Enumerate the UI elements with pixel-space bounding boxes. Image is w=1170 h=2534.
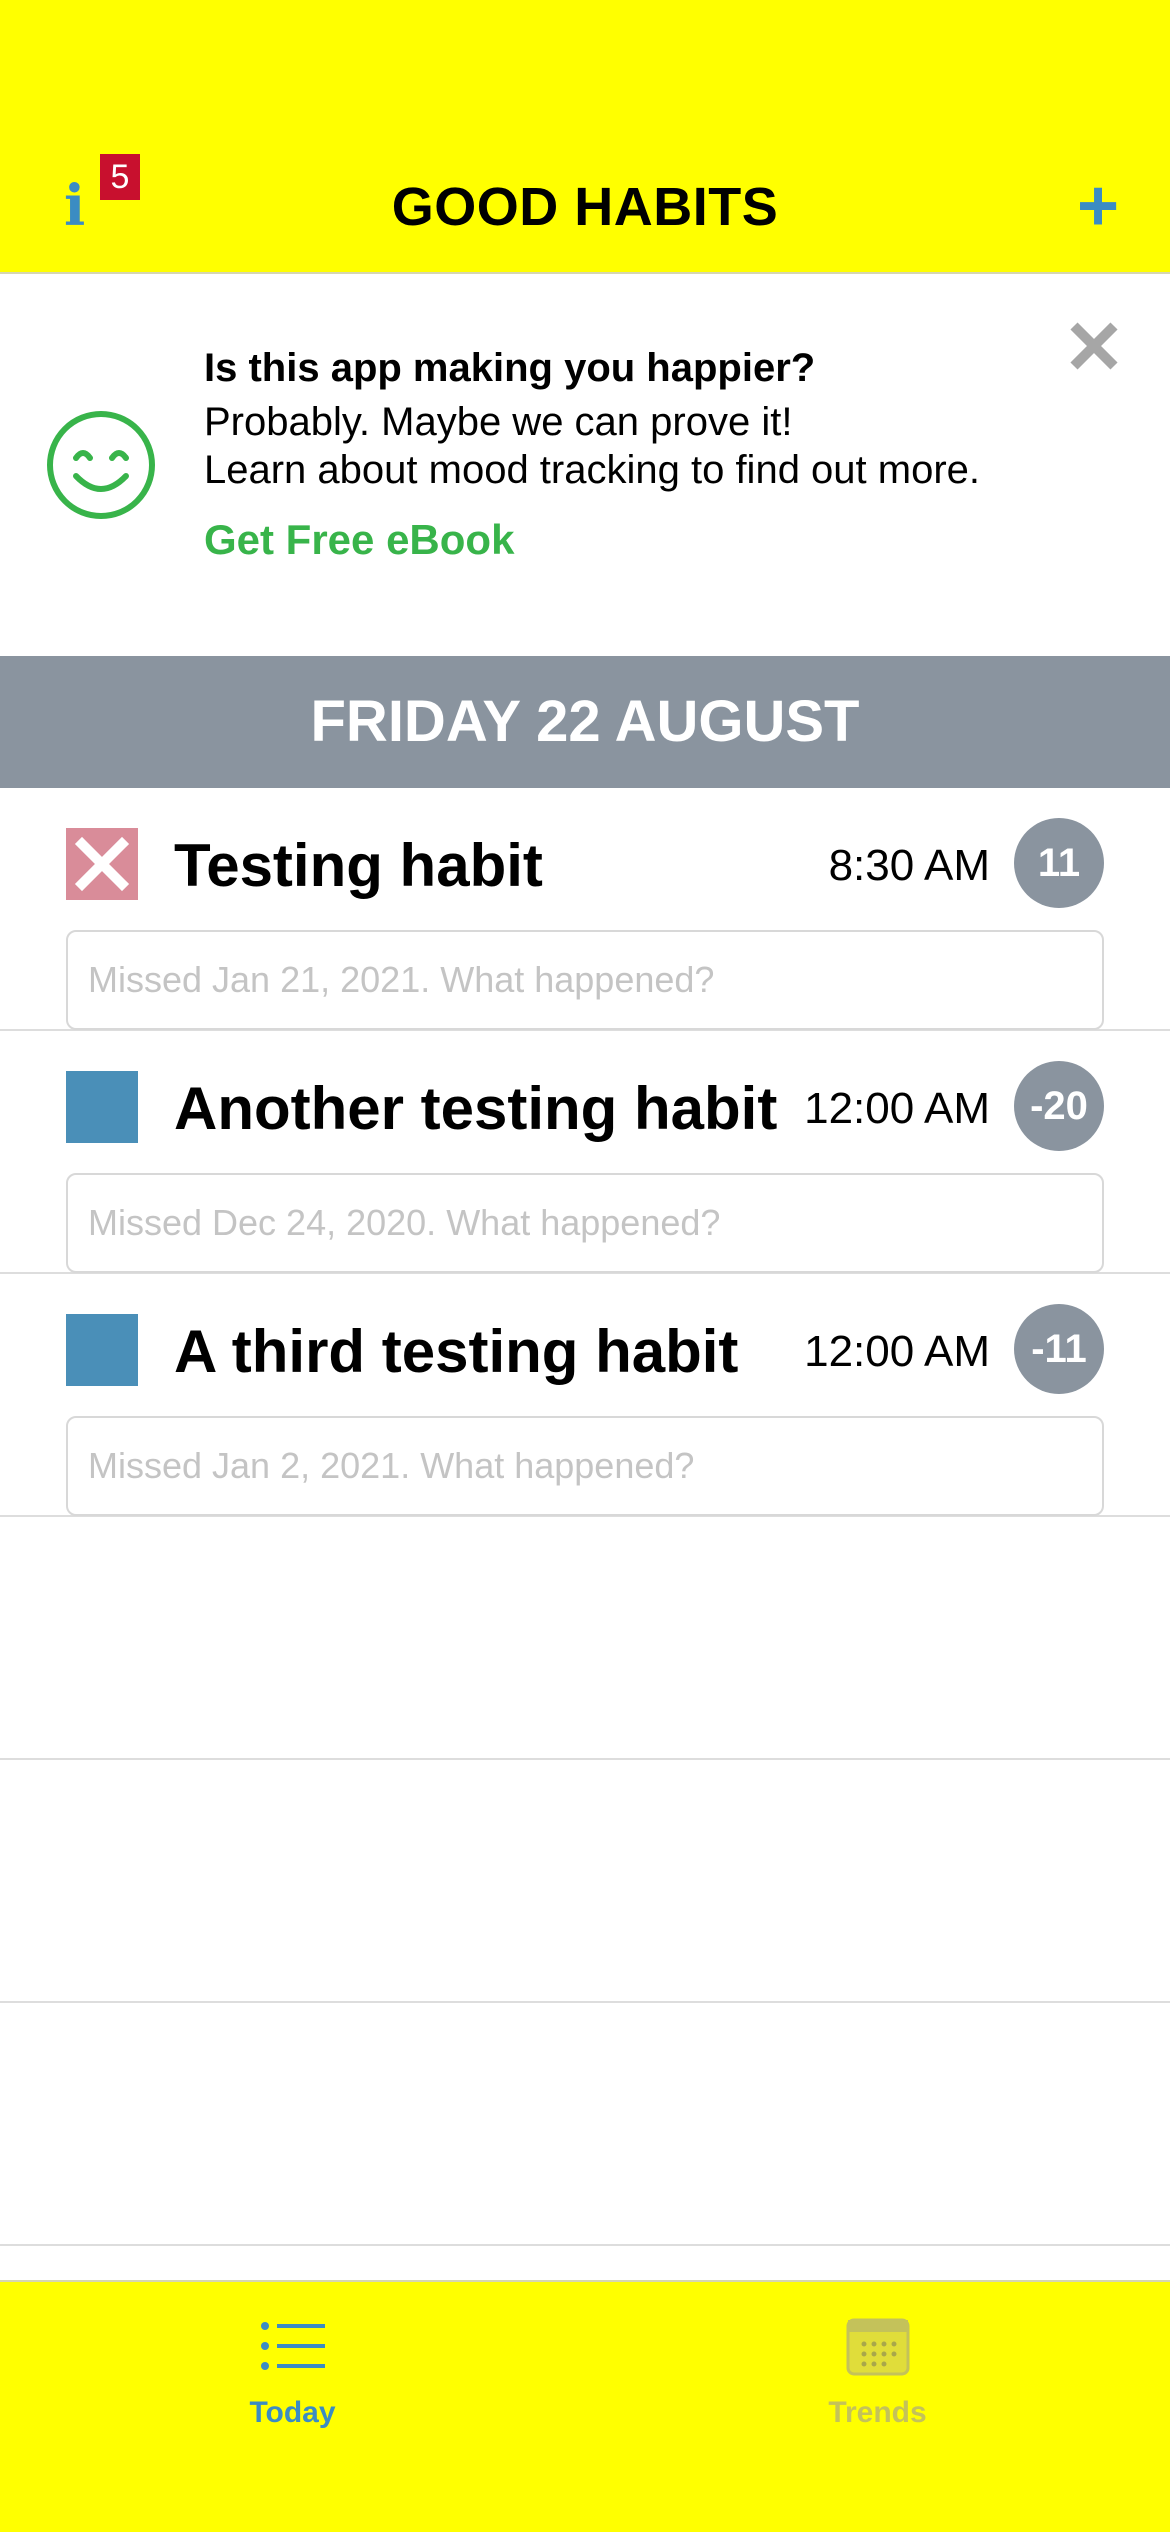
- habit-name: Testing habit: [174, 832, 543, 899]
- empty-row: [0, 2003, 1170, 2246]
- habit-name: Another testing habit: [174, 1075, 778, 1142]
- habit-row[interactable]: A third testing habit 12:00 AM -11: [0, 1274, 1170, 1517]
- habit-row[interactable]: Testing habit 8:30 AM 11: [0, 788, 1170, 1031]
- empty-row: [0, 1517, 1170, 1760]
- add-habit-button[interactable]: +: [1066, 168, 1130, 244]
- get-ebook-link[interactable]: Get Free eBook: [204, 516, 514, 564]
- habit-row[interactable]: Another testing habit 12:00 AM -20: [0, 1031, 1170, 1274]
- habit-time: 12:00 AM: [804, 1084, 990, 1133]
- calendar-icon: [846, 2318, 910, 2376]
- tab-today-label: Today: [249, 2396, 336, 2429]
- promo-text-line-2: Learn about mood tracking to find out mo…: [204, 448, 981, 492]
- streak-badge: -11: [1014, 1304, 1104, 1394]
- checkbox-icon[interactable]: [66, 1071, 138, 1143]
- habit-list: Testing habit 8:30 AM 11 Another testing…: [0, 788, 1170, 2246]
- habit-time: 12:00 AM: [804, 1327, 990, 1376]
- missed-note-input[interactable]: [66, 1173, 1104, 1273]
- streak-badge: -20: [1014, 1061, 1104, 1151]
- promo-banner: Is this app making you happier? Probably…: [0, 276, 1170, 656]
- list-icon: [261, 2322, 325, 2370]
- plus-icon: +: [1076, 166, 1120, 246]
- missed-note-input[interactable]: [66, 930, 1104, 1030]
- tab-trends[interactable]: Trends: [585, 2282, 1170, 2534]
- page-title: GOOD HABITS: [391, 177, 779, 237]
- tab-today[interactable]: Today: [0, 2282, 585, 2534]
- tab-bar: Today Trends: [0, 2280, 1170, 2532]
- promo-title: Is this app making you happier?: [204, 346, 816, 390]
- streak-badge: 11: [1014, 818, 1104, 908]
- habit-time: 8:30 AM: [828, 841, 990, 890]
- missed-checkbox-icon[interactable]: [66, 828, 138, 900]
- checkbox-icon[interactable]: [66, 1314, 138, 1386]
- date-header: FRIDAY 22 AUGUST: [0, 656, 1170, 788]
- empty-row: [0, 1760, 1170, 2003]
- smiley-icon: [47, 411, 155, 519]
- header-bar: i 5 GOOD HABITS +: [0, 0, 1170, 274]
- promo-text-line-1: Probably. Maybe we can prove it!: [204, 400, 793, 444]
- close-icon[interactable]: [1066, 318, 1122, 374]
- habit-name: A third testing habit: [174, 1318, 739, 1385]
- tab-trends-label: Trends: [828, 2396, 927, 2429]
- missed-note-input[interactable]: [66, 1416, 1104, 1516]
